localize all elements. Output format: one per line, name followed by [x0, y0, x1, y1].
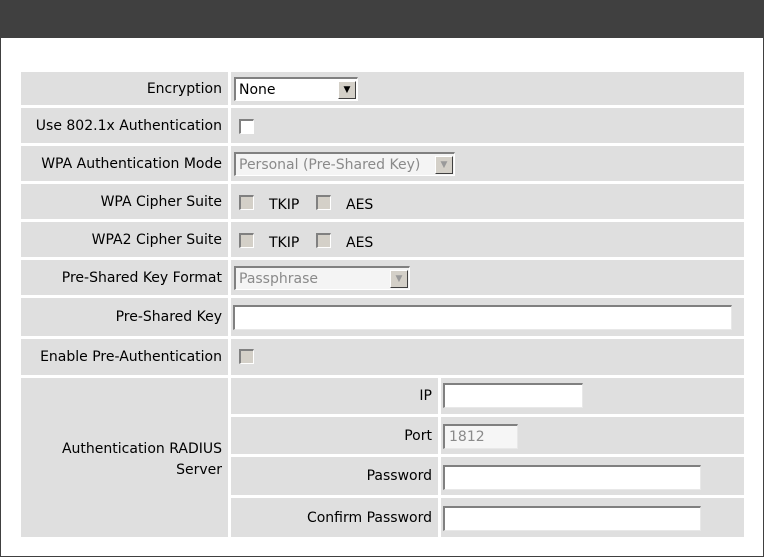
wpa2-tkip-checkbox[interactable] — [239, 233, 254, 248]
wpa-cipher-label: WPA Cipher Suite — [100, 193, 222, 210]
radius-password-input[interactable] — [443, 465, 701, 490]
radius-label: Authentication RADIUS Server — [21, 439, 222, 481]
wpa-auth-mode-label: WPA Authentication Mode — [41, 155, 222, 172]
psk-label: Pre-Shared Key — [115, 309, 222, 325]
wpa2-cipher-label: WPA2 Cipher Suite — [91, 231, 222, 248]
wpa-auth-mode-select[interactable]: Personal (Pre-Shared Key) ▼ — [234, 152, 455, 176]
psk-format-label: Pre-Shared Key Format — [61, 269, 222, 286]
field-cell — [231, 108, 744, 143]
chevron-down-icon[interactable]: ▼ — [435, 155, 453, 174]
radius-confirm-password-label: Confirm Password — [306, 509, 432, 526]
psk-format-select[interactable]: Passphrase ▼ — [234, 266, 410, 290]
wpa-auth-mode-value: Personal (Pre-Shared Key) — [239, 156, 421, 173]
encryption-settings-form: Encryption None ▼ Use 802.1x Authenticat… — [18, 69, 747, 539]
settings-panel: Encryption None ▼ Use 802.1x Authenticat… — [0, 0, 764, 557]
field-cell — [231, 184, 744, 219]
wpa2-tkip-label: TKIP — [269, 235, 300, 251]
chevron-down-icon[interactable]: ▼ — [390, 269, 408, 288]
radius-port-label: Port — [404, 427, 432, 444]
wpa-tkip-checkbox[interactable] — [239, 195, 254, 210]
use-8021x-label: Use 802.1x Authentication — [35, 117, 222, 134]
psk-input[interactable] — [233, 305, 732, 330]
radius-password-label: Password — [366, 468, 432, 484]
radius-label-line2: Server — [176, 462, 222, 478]
use-8021x-checkbox[interactable] — [239, 119, 254, 134]
pre-auth-label: Enable Pre-Authentication — [40, 349, 222, 365]
field-cell — [231, 339, 744, 375]
header-bar — [1, 1, 763, 38]
radius-port-input[interactable]: 1812 — [443, 424, 518, 449]
wpa-tkip-label: TKIP — [269, 197, 300, 213]
psk-format-value: Passphrase — [239, 270, 318, 287]
wpa2-aes-checkbox[interactable] — [316, 233, 331, 248]
wpa2-aes-label: AES — [346, 235, 374, 251]
radius-ip-label: IP — [419, 388, 432, 404]
encryption-label: Encryption — [146, 80, 222, 97]
chevron-down-icon[interactable]: ▼ — [338, 80, 356, 99]
pre-auth-checkbox[interactable] — [239, 349, 254, 364]
radius-confirm-password-input[interactable] — [443, 506, 701, 531]
radius-label-line1: Authentication RADIUS — [61, 441, 222, 457]
wpa-aes-label: AES — [346, 197, 374, 213]
encryption-select[interactable]: None ▼ — [234, 77, 358, 101]
radius-ip-input[interactable] — [443, 383, 583, 408]
encryption-select-value: None — [239, 81, 276, 98]
wpa-aes-checkbox[interactable] — [316, 195, 331, 210]
field-cell — [231, 222, 744, 257]
